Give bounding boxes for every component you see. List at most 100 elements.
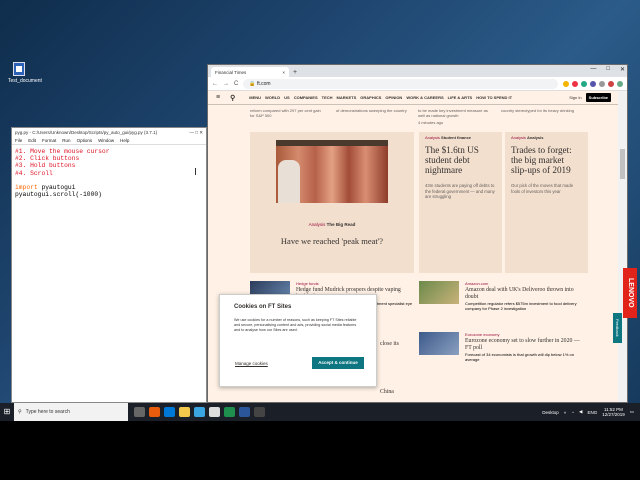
nav-how-to-spend-it[interactable]: HOW TO SPEND IT <box>476 95 512 100</box>
menu-run[interactable]: Run <box>62 138 70 143</box>
story-card-student-debt[interactable]: Analysis Student finance The $1.6tn US s… <box>419 132 502 273</box>
tab-financial-times[interactable]: Financial Times × <box>211 67 289 77</box>
story-tag[interactable]: Eurozone economy <box>465 332 585 337</box>
forward-icon[interactable]: → <box>223 81 229 87</box>
search-placeholder: Type here to search <box>25 409 70 415</box>
tab-strip: Financial Times × + — □ ✕ <box>208 65 627 77</box>
store-icon[interactable] <box>194 407 205 417</box>
idle-title: pyg.py - C:/Users/Unknown/Desktop/Script… <box>15 130 158 135</box>
maximize-button[interactable]: □ <box>606 66 610 73</box>
idle-titlebar[interactable]: pyg.py - C:/Users/Unknown/Desktop/Script… <box>12 128 206 137</box>
desktop-toolbar[interactable]: Desktop <box>542 410 559 415</box>
desktop-file-label: Test_document <box>8 78 42 84</box>
story-row-amazon[interactable]: Amazon.com Amazon deal with UK's Deliver… <box>419 281 589 317</box>
story-row-eurozone[interactable]: Eurozone economy Eurozone economy set to… <box>419 332 589 368</box>
menu-file[interactable]: File <box>15 138 22 143</box>
accept-continue-button[interactable]: Accept & continue <box>312 357 364 369</box>
story-fragment-text: China <box>380 389 394 395</box>
code-editor[interactable]: #1. Move the mouse cursor #2. Click butt… <box>12 145 206 201</box>
word-icon[interactable] <box>239 407 250 417</box>
strip-text[interactable]: of demonstrations sweeping the country <box>336 108 411 113</box>
minimize-button[interactable]: — <box>590 66 596 73</box>
story-fragment[interactable]: close its <box>380 340 410 349</box>
task-view-icon[interactable] <box>134 407 145 417</box>
extension-icon[interactable] <box>599 80 605 87</box>
extension-icon[interactable] <box>608 80 614 87</box>
card-headline[interactable]: Trades to forget: the big market slip-up… <box>511 145 582 175</box>
taskbar-search[interactable]: ⚲ Type here to search <box>14 403 128 421</box>
story-tag[interactable]: Amazon.com <box>465 281 585 286</box>
nav-work-careers[interactable]: WORK & CAREERS <box>406 95 443 100</box>
nav-markets[interactable]: MARKETS <box>337 95 357 100</box>
story-body: Competition regulator refers $575m inves… <box>465 301 577 311</box>
story-fragment[interactable]: China <box>380 388 410 397</box>
idle-app-icon[interactable] <box>209 407 220 417</box>
nav-graphics[interactable]: GRAPHICS <box>360 95 381 100</box>
edge-icon[interactable] <box>164 407 175 417</box>
menu-options[interactable]: Options <box>77 138 93 143</box>
menu-format[interactable]: Format <box>42 138 56 143</box>
firefox-icon[interactable] <box>149 407 160 417</box>
sign-in-link[interactable]: Sign In <box>569 95 581 100</box>
clock[interactable]: 11:52 PM 12/27/2019 <box>602 407 625 417</box>
story-tag[interactable]: Hedge funds <box>296 281 416 286</box>
strip-text[interactable]: country stereotyped for its heavy drinki… <box>501 108 576 113</box>
obs-icon[interactable] <box>254 407 265 417</box>
chrome-icon[interactable] <box>224 407 235 417</box>
big-story-tag[interactable]: Analysis The Big Read <box>250 222 414 227</box>
subscribe-button[interactable]: Subscribe <box>585 93 611 102</box>
feedback-tab[interactable]: Feedback <box>613 313 622 343</box>
menu-icon[interactable]: ≡ <box>216 94 220 101</box>
extension-icon[interactable] <box>590 80 596 87</box>
menu-edit[interactable]: Edit <box>28 138 36 143</box>
back-icon[interactable]: ← <box>212 81 218 87</box>
card-label-name: Analysis <box>527 135 544 140</box>
story-thumb <box>419 281 459 304</box>
nav-tech[interactable]: TECH <box>322 95 333 100</box>
scrollbar-thumb[interactable] <box>620 149 625 179</box>
card-label: Analysis Student finance <box>425 135 496 140</box>
profile-avatar-icon[interactable] <box>617 80 623 87</box>
reload-icon[interactable]: C <box>234 81 238 87</box>
extension-icon[interactable] <box>572 80 578 87</box>
idle-editor-window[interactable]: pyg.py - C:/Users/Unknown/Desktop/Script… <box>11 127 207 403</box>
nav-opinion[interactable]: OPINION <box>385 95 402 100</box>
strip-text[interactable]: reform compared with 297 per cent gain f… <box>250 108 325 118</box>
nav-menu[interactable]: MENU <box>249 95 261 100</box>
manage-cookies-link[interactable]: Manage cookies <box>235 361 268 366</box>
extension-icon[interactable] <box>581 80 587 87</box>
new-tab-button[interactable]: + <box>293 68 297 77</box>
big-story-headline[interactable]: Have we reached 'peak meat'? <box>250 236 414 246</box>
volume-icon[interactable]: ◀ <box>579 409 582 415</box>
network-icon[interactable]: ◔ <box>571 410 574 415</box>
code-scroll-line: pyautogui.scroll(-1000) <box>15 191 102 199</box>
windows-start-icon[interactable]: ⊞ <box>0 403 14 421</box>
story-headline[interactable]: Amazon deal with UK's Deliveroo thrown i… <box>465 287 585 300</box>
menu-window[interactable]: Window <box>98 138 114 143</box>
notifications-icon[interactable]: ▭ <box>630 409 634 415</box>
nav-life-arts[interactable]: LIFE & ARTS <box>448 95 473 100</box>
desktop-file-icon[interactable]: Test_document <box>8 62 42 84</box>
story-headline[interactable]: Eurozone economy set to slow further in … <box>465 338 585 351</box>
page-scrollbar[interactable] <box>618 91 627 402</box>
tab-close-icon[interactable]: × <box>282 70 285 75</box>
file-explorer-icon[interactable] <box>179 407 190 417</box>
code-comment: #3. Hold buttons <box>15 162 76 170</box>
meat-photo <box>276 140 388 203</box>
nav-us[interactable]: US <box>284 95 290 100</box>
story-thumb <box>419 332 459 355</box>
menu-help[interactable]: Help <box>120 138 129 143</box>
language-indicator[interactable]: ENG <box>587 410 597 415</box>
story-card-trades[interactable]: Analysis Analysis Trades to forget: the … <box>505 132 588 273</box>
idle-window-controls[interactable]: — □ ✕ <box>190 130 204 135</box>
url-input[interactable]: 🔒 ft.com <box>243 78 558 89</box>
card-headline[interactable]: The $1.6tn US student debt nightmare <box>425 145 496 175</box>
tray-chevron-icon[interactable]: » <box>564 410 567 415</box>
star-icon[interactable] <box>563 80 569 87</box>
nav-companies[interactable]: COMPANIES <box>294 95 318 100</box>
search-icon[interactable]: ⚲ <box>230 94 235 102</box>
strip-text[interactable]: to be made key investment measure as wel… <box>418 108 493 118</box>
close-button[interactable]: ✕ <box>620 66 625 73</box>
big-story[interactable]: Analysis The Big Read Have we reached 'p… <box>250 132 414 273</box>
nav-world[interactable]: WORLD <box>265 95 280 100</box>
